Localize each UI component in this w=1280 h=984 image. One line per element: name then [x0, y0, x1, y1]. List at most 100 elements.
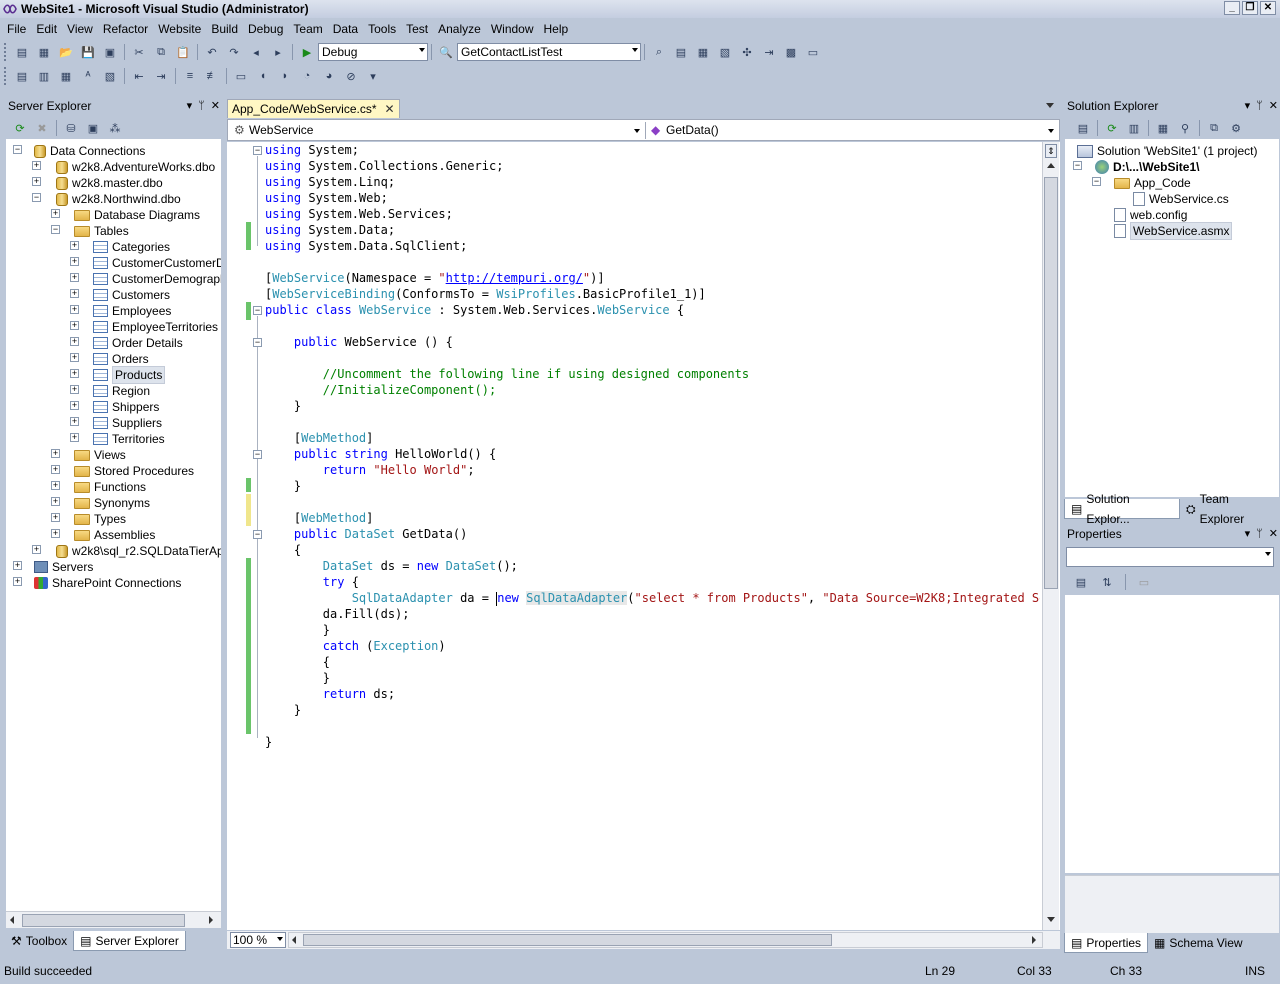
tree-node-table[interactable]: Suppliers: [93, 415, 162, 431]
tab-team-explorer[interactable]: ⛭ Team Explorer: [1180, 492, 1280, 526]
menu-refactor[interactable]: Refactor: [98, 19, 153, 39]
scroll-right-arrow-icon[interactable]: [209, 916, 213, 924]
auto-hide-pin-icon[interactable]: ᛘ: [1256, 97, 1263, 115]
collapse-region-icon[interactable]: −: [253, 450, 262, 459]
scrollbar-thumb[interactable]: [303, 934, 832, 946]
refresh-icon[interactable]: ⟳: [1103, 119, 1121, 137]
close-button[interactable]: ✕: [1260, 1, 1276, 15]
collapse-icon[interactable]: −: [51, 225, 60, 234]
add-item-icon[interactable]: ▦: [35, 43, 53, 61]
tree-node-file[interactable]: WebService.cs: [1133, 191, 1229, 207]
tab-solution-explorer[interactable]: ▤ Solution Explor...: [1064, 492, 1180, 526]
active-files-dropdown-icon[interactable]: [1046, 103, 1054, 108]
tree-node-table[interactable]: Customers: [93, 287, 170, 303]
property-grid[interactable]: [1065, 595, 1279, 873]
tree-node-file[interactable]: web.config: [1114, 207, 1187, 223]
collapse-region-icon[interactable]: −: [253, 146, 262, 155]
view-designer-icon[interactable]: ⚲: [1176, 119, 1194, 137]
start-page-icon[interactable]: ⇥: [760, 43, 778, 61]
member-dropdown[interactable]: ◆ GetData(): [645, 122, 1057, 139]
expand-icon[interactable]: +: [70, 257, 79, 266]
tree-node-folder[interactable]: Database Diagrams: [74, 207, 200, 223]
expand-icon[interactable]: +: [13, 561, 22, 570]
code-editor[interactable]: − − − − − using System; using System.Col…: [227, 142, 1060, 930]
quick-info-icon[interactable]: ▦: [57, 67, 75, 85]
scroll-down-arrow-icon[interactable]: [1047, 917, 1055, 922]
new-project-icon[interactable]: ▤: [13, 43, 31, 61]
tree-node-table[interactable]: EmployeeTerritories: [93, 319, 218, 335]
menu-debug[interactable]: Debug: [243, 19, 288, 39]
decrease-indent-icon[interactable]: ⇤: [130, 67, 148, 85]
expand-icon[interactable]: +: [51, 497, 60, 506]
expand-icon[interactable]: +: [70, 385, 79, 394]
tree-node-connection[interactable]: w2k8.master.dbo: [56, 175, 163, 191]
next-bookmark-folder-icon[interactable]: ◕: [320, 67, 338, 85]
vertical-scrollbar[interactable]: ⇕: [1042, 142, 1059, 930]
menu-test[interactable]: Test: [401, 19, 433, 39]
close-icon[interactable]: ✕: [1269, 525, 1278, 543]
nest-related-files-icon[interactable]: ▥: [1125, 119, 1143, 137]
parameter-info-icon[interactable]: ▥: [35, 67, 53, 85]
clear-bookmarks-icon[interactable]: ⊘: [342, 67, 360, 85]
window-position-icon[interactable]: ▾: [187, 97, 193, 115]
start-debugging-icon[interactable]: ▶: [298, 43, 316, 61]
tree-node-folder[interactable]: Stored Procedures: [74, 463, 194, 479]
tree-node-table[interactable]: Employees: [93, 303, 171, 319]
document-tab[interactable]: App_Code/WebService.cs* ✕: [227, 99, 400, 118]
solution-configuration-combo[interactable]: Debug: [318, 43, 428, 61]
expand-icon[interactable]: +: [51, 481, 60, 490]
code-text[interactable]: using System; using System.Collections.G…: [265, 142, 1040, 930]
categorized-icon[interactable]: ▤: [1072, 573, 1090, 591]
expand-icon[interactable]: +: [70, 369, 79, 378]
tree-node-table[interactable]: CustomerCustomerDemo: [93, 255, 221, 271]
menu-help[interactable]: Help: [539, 19, 574, 39]
tree-node-table[interactable]: Shippers: [93, 399, 159, 415]
scroll-left-arrow-icon[interactable]: [10, 916, 14, 924]
window-position-icon[interactable]: ▾: [1245, 525, 1251, 543]
command-window-icon[interactable]: ▭: [804, 43, 822, 61]
tab-toolbox[interactable]: ⚒ Toolbox: [5, 931, 73, 951]
expand-icon[interactable]: +: [70, 241, 79, 250]
tree-node-table[interactable]: Region: [93, 383, 150, 399]
next-bookmark-icon[interactable]: ◗: [276, 67, 294, 85]
horizontal-scrollbar[interactable]: [6, 911, 221, 928]
scrollbar-thumb[interactable]: [22, 914, 185, 927]
tree-node-folder[interactable]: App_Code: [1114, 175, 1191, 191]
comment-lines-icon[interactable]: ≡: [181, 67, 199, 85]
expand-icon[interactable]: +: [51, 209, 60, 218]
menu-tools[interactable]: Tools: [363, 19, 401, 39]
collapse-icon[interactable]: −: [13, 145, 22, 154]
tree-node-solution[interactable]: Solution 'WebSite1' (1 project): [1077, 143, 1257, 159]
navigate-backward-icon[interactable]: ◂: [247, 43, 265, 61]
expand-icon[interactable]: +: [70, 289, 79, 298]
tree-node-folder[interactable]: Assemblies: [74, 527, 155, 543]
expand-icon[interactable]: +: [32, 177, 41, 186]
menu-window[interactable]: Window: [486, 19, 539, 39]
minimize-button[interactable]: _: [1224, 1, 1240, 15]
expand-icon[interactable]: +: [51, 513, 60, 522]
expand-icon[interactable]: +: [70, 417, 79, 426]
redo-icon[interactable]: ↷: [225, 43, 243, 61]
menu-view[interactable]: View: [62, 19, 98, 39]
asp-net-configuration-icon[interactable]: ⚙: [1227, 119, 1245, 137]
previous-bookmark-icon[interactable]: ◖: [254, 67, 272, 85]
toolbar-grip[interactable]: [4, 67, 7, 85]
view-code-icon[interactable]: ▦: [1154, 119, 1172, 137]
expand-icon[interactable]: +: [13, 577, 22, 586]
object-browser-icon[interactable]: ▧: [716, 43, 734, 61]
properties-icon[interactable]: ▤: [1074, 119, 1092, 137]
tree-node-folder[interactable]: Tables: [74, 223, 129, 239]
property-pages-icon[interactable]: ▭: [1135, 573, 1153, 591]
solution-explorer-icon[interactable]: ▤: [672, 43, 690, 61]
class-dropdown[interactable]: ⚙ WebService: [231, 122, 643, 139]
close-icon[interactable]: ✕: [1269, 97, 1278, 115]
copy-icon[interactable]: ⧉: [152, 43, 170, 61]
undo-icon[interactable]: ↶: [203, 43, 221, 61]
toolbar-grip[interactable]: [4, 43, 7, 61]
scroll-left-arrow-icon[interactable]: [292, 936, 296, 944]
navigate-forward-icon[interactable]: ▸: [269, 43, 287, 61]
tree-node-file-selected[interactable]: WebService.asmx: [1114, 222, 1233, 240]
collapse-icon[interactable]: −: [1073, 161, 1082, 170]
expand-icon[interactable]: +: [70, 353, 79, 362]
menu-edit[interactable]: Edit: [31, 19, 62, 39]
